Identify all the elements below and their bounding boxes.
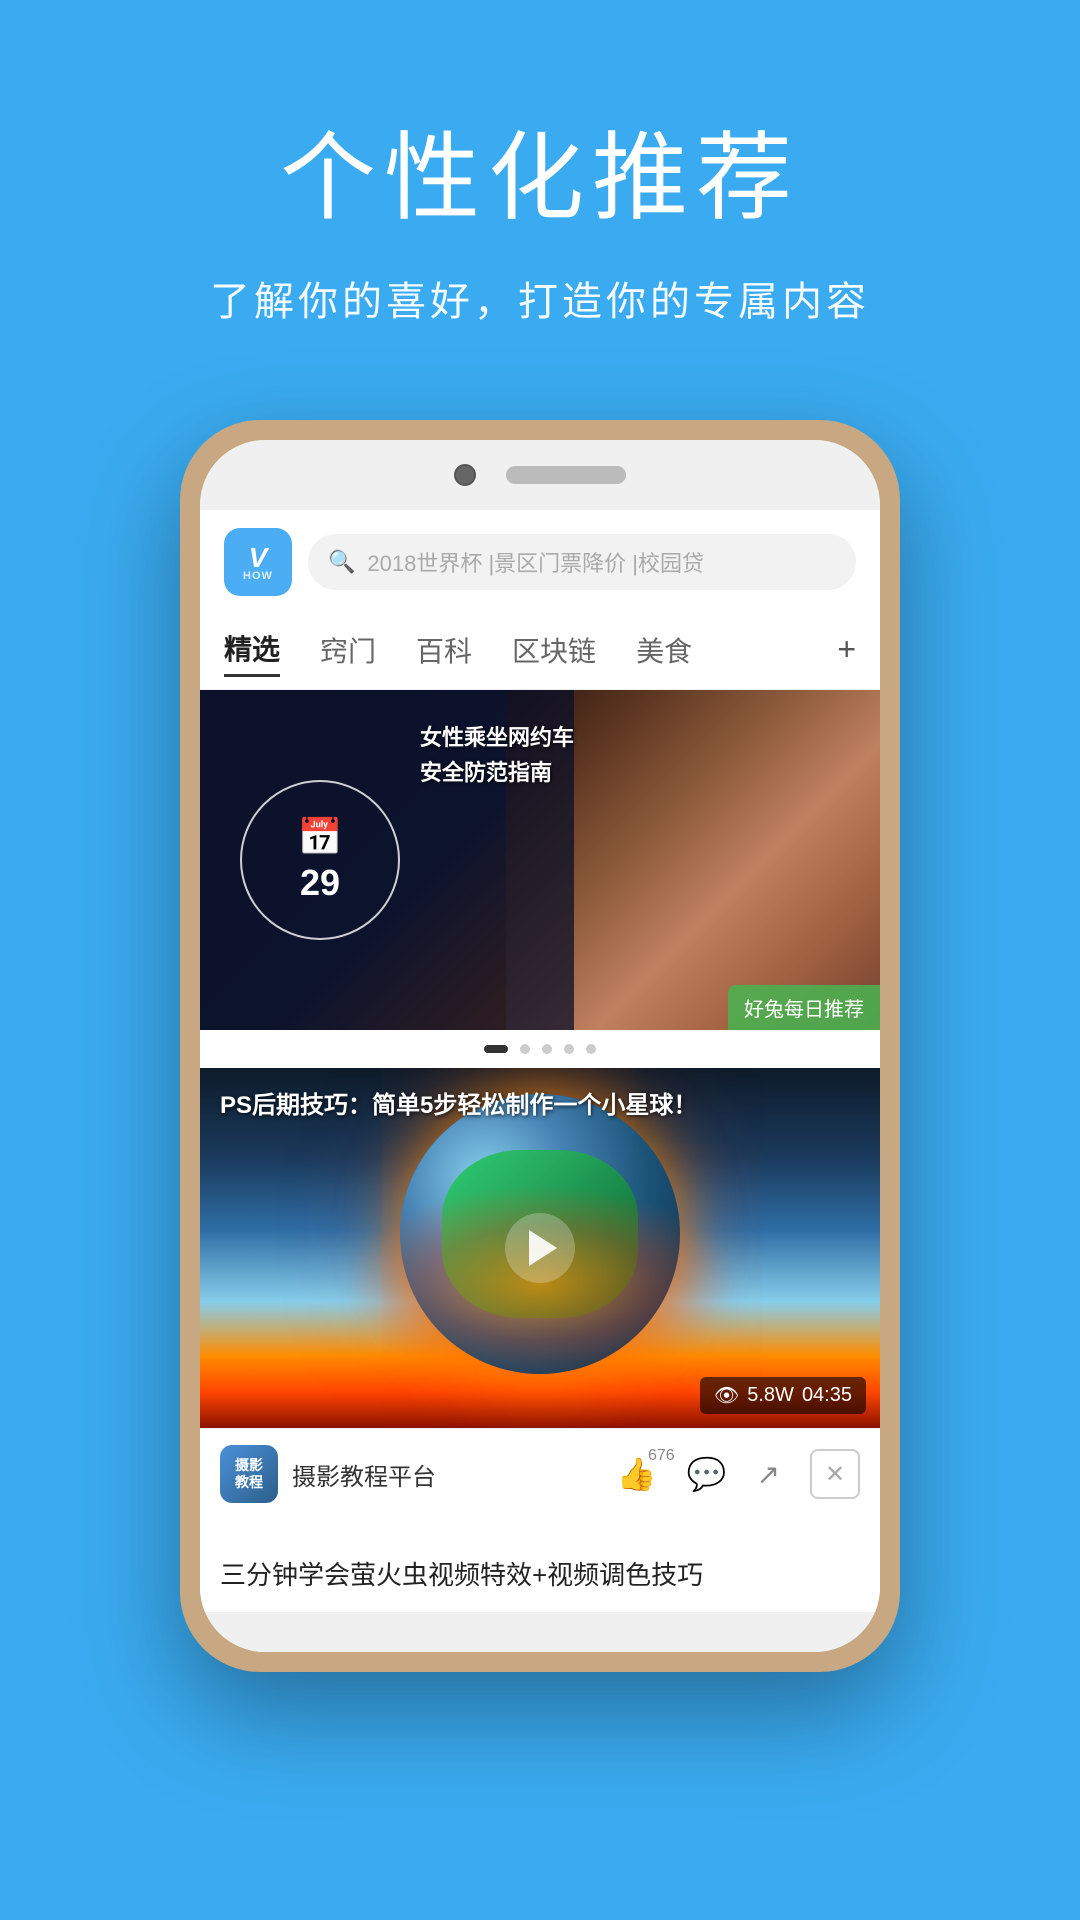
view-count: 5.8W: [747, 1384, 794, 1407]
banner-line2: 安全防范指南: [420, 755, 574, 790]
tab-baike[interactable]: 百科: [416, 624, 472, 676]
author-avatar[interactable]: 摄影 教程: [220, 1445, 278, 1503]
like-count: 676: [648, 1447, 675, 1465]
phone-mockup: V HOW 🔍 2018世界杯 |景区门票降价 |校园贷 精选 窍门 百科 区块…: [180, 420, 900, 1672]
avatar-label: 摄影 教程: [235, 1457, 263, 1491]
share-icon: ↗: [757, 1458, 780, 1491]
page-title: 个性化推荐: [0, 100, 1080, 239]
tab-jingxuan[interactable]: 精选: [224, 622, 280, 677]
nav-add-tab-button[interactable]: +: [837, 631, 856, 668]
duration: 04:35: [802, 1384, 852, 1407]
phone-frame: V HOW 🔍 2018世界杯 |景区门票降价 |校园贷 精选 窍门 百科 区块…: [180, 420, 900, 1672]
author-name[interactable]: 摄影教程平台: [292, 1457, 617, 1492]
banner-line1: 女性乘坐网约车: [420, 720, 574, 755]
front-camera: [454, 464, 476, 486]
calendar-date: 29: [300, 862, 340, 904]
dot-3: [542, 1044, 552, 1054]
app-logo[interactable]: V HOW: [224, 528, 292, 596]
next-article-preview[interactable]: 三分钟学会萤火虫视频特效+视频调色技巧: [200, 1535, 880, 1612]
comment-button[interactable]: 💬: [687, 1455, 727, 1493]
like-button[interactable]: 👍 676: [617, 1455, 657, 1493]
dot-active: [484, 1045, 508, 1053]
banner-image: 📅 29 女性乘坐网约车 安全防范指南 好兔每日推荐: [200, 690, 880, 1030]
dot-4: [564, 1044, 574, 1054]
next-article-title: 三分钟学会萤火虫视频特效+视频调色技巧: [220, 1555, 860, 1592]
phone-top-bar: [200, 440, 880, 510]
search-bar[interactable]: 🔍 2018世界杯 |景区门票降价 |校园贷: [308, 534, 856, 590]
author-row: 摄影 教程 摄影教程平台 👍 676 💬: [200, 1428, 880, 1519]
play-icon: [529, 1230, 557, 1266]
app-content: V HOW 🔍 2018世界杯 |景区门票降价 |校园贷 精选 窍门 百科 区块…: [200, 510, 880, 1612]
speaker-grille: [506, 466, 626, 484]
eye-icon: 👁: [714, 1383, 739, 1408]
tab-blockchain[interactable]: 区块链: [512, 624, 596, 676]
share-button[interactable]: ↗: [757, 1458, 780, 1491]
search-icon: 🔍: [328, 549, 355, 575]
dot-5: [586, 1044, 596, 1054]
phone-bottom-bar: [200, 1612, 880, 1652]
video-title: PS后期技巧：简单5步轻松制作一个小星球！: [220, 1088, 860, 1124]
dot-2: [520, 1044, 530, 1054]
page-subtitle: 了解你的喜好，打造你的专属内容: [0, 269, 1080, 327]
action-buttons: 👍 676 💬 ↗ ✕: [617, 1449, 860, 1499]
search-placeholder-text: 2018世界杯 |景区门票降价 |校园贷: [367, 546, 704, 578]
banner-text-block: 女性乘坐网约车 安全防范指南: [420, 720, 574, 790]
comment-icon: 💬: [687, 1455, 727, 1493]
tab-qiaomen[interactable]: 窍门: [320, 624, 376, 676]
nav-tabs: 精选 窍门 百科 区块链 美食 +: [200, 614, 880, 690]
app-header: V HOW 🔍 2018世界杯 |景区门票降价 |校园贷: [200, 510, 880, 614]
header-area: 个性化推荐 了解你的喜好，打造你的专属内容: [0, 100, 1080, 327]
tab-meishi[interactable]: 美食: [636, 624, 692, 676]
dismiss-button[interactable]: ✕: [810, 1449, 860, 1499]
logo-sub: HOW: [243, 570, 273, 582]
video-thumbnail[interactable]: PS后期技巧：简单5步轻松制作一个小星球！ 👁 5.8W 04:35: [200, 1068, 880, 1428]
play-button[interactable]: [505, 1213, 575, 1283]
slide-indicators: [200, 1030, 880, 1068]
daily-recommend-badge: 好兔每日推荐: [728, 985, 880, 1030]
banner-slider[interactable]: 📅 29 女性乘坐网约车 安全防范指南 好兔每日推荐: [200, 690, 880, 1030]
video-stats: 👁 5.8W 04:35: [700, 1377, 866, 1414]
calendar-circle: 📅 29: [240, 780, 400, 940]
calendar-icon: 📅: [298, 816, 343, 858]
video-card[interactable]: PS后期技巧：简单5步轻松制作一个小星球！ 👁 5.8W 04:35 摄影: [200, 1068, 880, 1519]
close-icon: ✕: [825, 1460, 845, 1489]
phone-screen: V HOW 🔍 2018世界杯 |景区门票降价 |校园贷 精选 窍门 百科 区块…: [200, 440, 880, 1652]
